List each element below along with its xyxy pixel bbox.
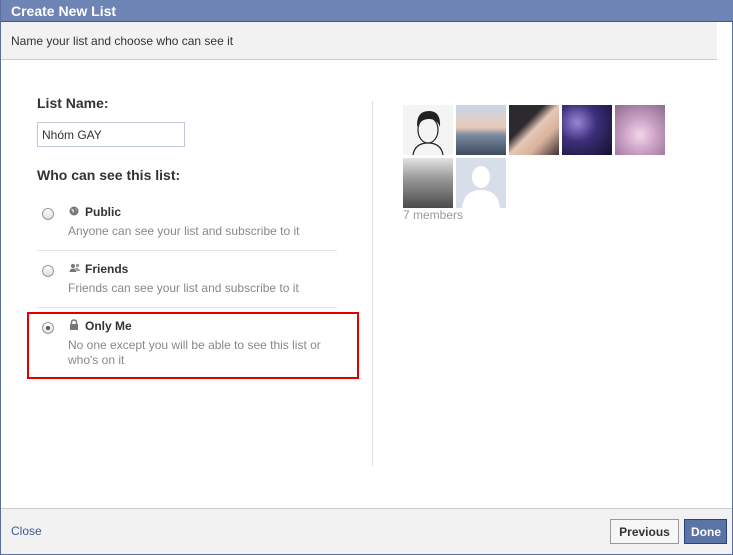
- member-count: 7 members: [403, 208, 464, 222]
- dialog-subtitle: Name your list and choose who can see it: [11, 34, 234, 48]
- member-avatar[interactable]: [562, 105, 612, 155]
- option-divider: [37, 250, 337, 251]
- option-divider: [37, 307, 337, 308]
- public-radio[interactable]: [42, 208, 54, 220]
- friends-option-description: Friends can see your list and subscribe …: [68, 281, 299, 295]
- default-avatar[interactable]: [456, 158, 506, 208]
- member-avatar[interactable]: [403, 105, 453, 155]
- close-link[interactable]: Close: [11, 524, 42, 538]
- friends-radio[interactable]: [42, 265, 54, 277]
- dialog-footer: Close Previous Done: [1, 508, 732, 554]
- public-option-title: Public: [85, 205, 122, 219]
- globe-icon: [69, 206, 79, 216]
- column-divider: [372, 101, 373, 466]
- dialog-subheader: Name your list and choose who can see it: [1, 22, 717, 60]
- friends-icon: [69, 263, 81, 272]
- previous-button[interactable]: Previous: [610, 519, 679, 544]
- list-name-input[interactable]: [37, 122, 185, 147]
- visibility-option-friends[interactable]: Friends Friends can see your list and su…: [37, 259, 337, 307]
- list-name-label: List Name:: [37, 95, 109, 111]
- member-avatar[interactable]: [615, 105, 665, 155]
- dialog-title: Create New List: [11, 3, 117, 19]
- member-avatar[interactable]: [509, 105, 559, 155]
- visibility-label: Who can see this list:: [37, 167, 181, 183]
- create-list-dialog: Create New List Name your list and choos…: [0, 0, 733, 555]
- member-avatar[interactable]: [403, 158, 453, 208]
- friends-option-title: Friends: [85, 262, 129, 276]
- visibility-option-public[interactable]: Public Anyone can see your list and subs…: [37, 202, 337, 250]
- public-option-description: Anyone can see your list and subscribe t…: [68, 224, 300, 238]
- selection-highlight: [27, 312, 359, 379]
- done-button[interactable]: Done: [684, 519, 727, 544]
- member-avatar[interactable]: [456, 105, 506, 155]
- dialog-titlebar: Create New List: [1, 0, 733, 22]
